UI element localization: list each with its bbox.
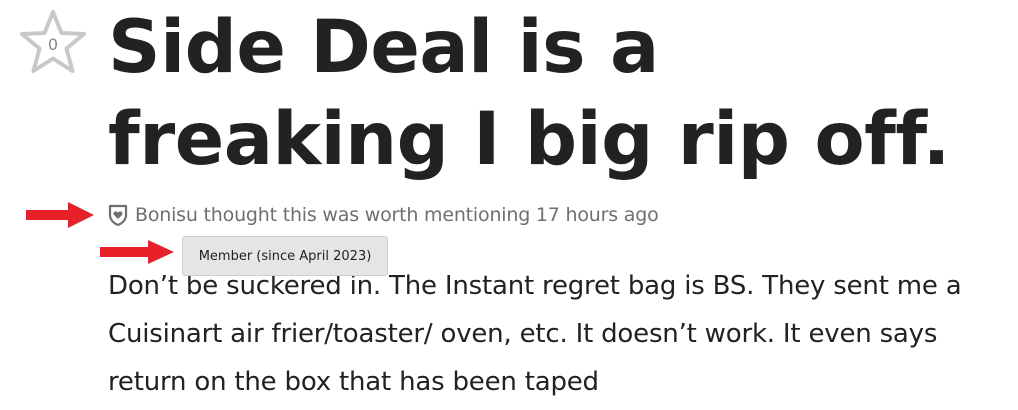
badge-tooltip: Member (since April 2023) — [182, 236, 388, 276]
member-shield-icon[interactable] — [108, 204, 128, 227]
post-meta-text: Bonisu thought this was worth mentioning… — [135, 204, 659, 226]
post-title: Side Deal is a freaking I big rip off. — [108, 5, 950, 182]
arrow-right-icon — [100, 240, 174, 264]
post-body: Don’t be suckered in. The Instant regret… — [108, 271, 962, 397]
arrow-right-icon — [26, 202, 94, 228]
vote-count: 0 — [47, 35, 59, 54]
vote-star-button[interactable]: 0 — [18, 8, 88, 78]
post-meta: Bonisu thought this was worth mentioning… — [108, 202, 659, 228]
